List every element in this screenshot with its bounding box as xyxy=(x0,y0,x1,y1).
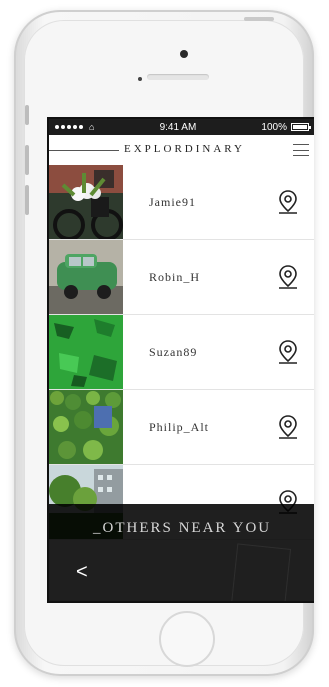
signal-dot xyxy=(55,125,59,129)
battery-status: 100% xyxy=(261,121,311,133)
location-pin-icon[interactable] xyxy=(277,189,299,215)
sensor-dot xyxy=(138,77,142,81)
list-item[interactable]: Robin_H xyxy=(49,240,314,315)
location-pin-icon[interactable] xyxy=(277,414,299,440)
list-item[interactable]: Philip_Alt xyxy=(49,390,314,465)
earpiece-speaker xyxy=(147,74,209,80)
list-item[interactable]: Jamie91 xyxy=(49,165,314,240)
header-decorative-line xyxy=(49,150,119,151)
home-button[interactable] xyxy=(159,611,215,667)
menu-line xyxy=(293,155,309,156)
menu-line xyxy=(293,149,309,151)
battery-icon xyxy=(291,123,311,131)
app-title: EXPLORDINARY xyxy=(124,143,245,155)
signal-dot xyxy=(79,125,83,129)
phone-frame: ⌂ 9:41 AM 100% EXPLORDINARY Jamie91 Robi… xyxy=(14,10,314,676)
status-bar: ⌂ 9:41 AM 100% xyxy=(49,119,314,135)
username: Philip_Alt xyxy=(149,419,210,434)
signal-dot xyxy=(67,125,71,129)
username: Suzan89 xyxy=(149,344,198,359)
volume-up-button xyxy=(25,145,29,175)
back-button[interactable]: < xyxy=(76,561,88,584)
menu-icon[interactable] xyxy=(293,144,309,156)
battery-percentage: 100% xyxy=(261,121,287,133)
signal-dot xyxy=(73,125,77,129)
status-time: 9:41 AM xyxy=(159,121,197,133)
user-thumbnail xyxy=(49,240,123,314)
user-thumbnail xyxy=(49,390,123,464)
location-pin-icon[interactable] xyxy=(277,264,299,290)
wifi-icon: ⌂ xyxy=(89,121,95,132)
ivy-window-image xyxy=(49,390,123,464)
user-thumbnail xyxy=(49,315,123,389)
username: Robin_H xyxy=(149,269,201,284)
battery-fill xyxy=(293,125,307,129)
bicycle-flowers-image xyxy=(49,165,123,239)
signal-strength: ⌂ xyxy=(55,121,95,132)
user-thumbnail xyxy=(49,165,123,239)
app-header: EXPLORDINARY xyxy=(49,135,314,166)
signal-dot xyxy=(61,125,65,129)
menu-line xyxy=(293,144,309,145)
volume-down-button xyxy=(25,185,29,215)
screen: ⌂ 9:41 AM 100% EXPLORDINARY Jamie91 Robi… xyxy=(49,119,314,601)
location-pin-icon[interactable] xyxy=(277,339,299,365)
green-wall-image xyxy=(49,315,123,389)
faint-background-image xyxy=(230,543,292,601)
green-car-image xyxy=(49,240,123,314)
list-item[interactable]: Suzan89 xyxy=(49,315,314,390)
others-near-you-title: _OTHERS NEAR YOU xyxy=(93,520,272,536)
mute-switch xyxy=(25,105,29,125)
power-button xyxy=(244,17,274,21)
username: Jamie91 xyxy=(149,194,196,209)
user-list: Jamie91 Robin_H Suzan89 Philip_Alt xyxy=(49,165,314,540)
others-near-you-panel: _OTHERS NEAR YOU < xyxy=(49,504,314,601)
front-camera xyxy=(180,50,188,58)
